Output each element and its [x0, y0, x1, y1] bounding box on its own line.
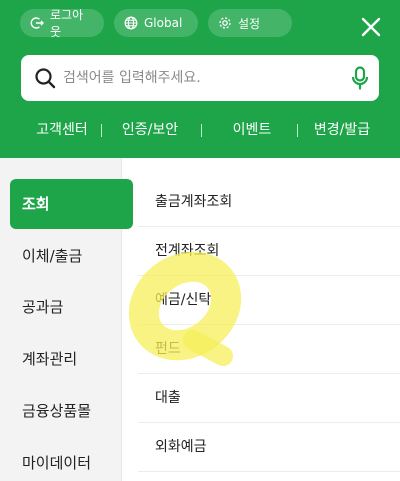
submenu-item-all-accounts[interactable]: 전계좌조회 — [138, 227, 400, 276]
submenu-item-foreign-deposit[interactable]: 외화예금 — [138, 423, 400, 472]
global-label: Global — [144, 16, 183, 30]
search-icon[interactable] — [34, 67, 56, 89]
link-divider — [297, 124, 298, 137]
submenu-item-fund[interactable]: 펀드 — [138, 325, 400, 374]
submenu-item-withdrawal-inquiry[interactable]: 출금계좌조회 — [138, 178, 400, 227]
top-header: 로그아웃 Global 설정 고객센터 인증/보안 — [0, 0, 400, 158]
logout-label: 로그아웃 — [50, 8, 84, 39]
microphone-icon[interactable] — [351, 66, 369, 90]
logout-button[interactable]: 로그아웃 — [20, 8, 104, 39]
left-item-financial-products[interactable]: 금융상품몰 — [10, 386, 133, 436]
globe-icon — [124, 16, 138, 30]
submenu-item-deposit-trust[interactable]: 예금/신탁 — [138, 276, 400, 325]
link-divider — [101, 124, 102, 137]
event-link[interactable]: 이벤트 — [210, 112, 294, 148]
link-divider — [201, 124, 202, 137]
customer-center-link[interactable]: 고객센터 — [22, 112, 102, 148]
search-box — [21, 55, 379, 101]
settings-button[interactable]: 설정 — [208, 9, 292, 37]
left-item-account-management[interactable]: 계좌관리 — [10, 334, 133, 384]
global-button[interactable]: Global — [114, 9, 198, 37]
left-item-utility-bills[interactable]: 공과금 — [10, 282, 133, 332]
left-item-inquiry[interactable]: 조회 — [10, 179, 133, 229]
logout-icon — [30, 17, 44, 29]
left-item-mydata[interactable]: 마이데이터 — [10, 438, 133, 481]
gear-icon — [219, 17, 231, 29]
search-input[interactable] — [63, 55, 343, 101]
left-item-transfer[interactable]: 이체/출금 — [10, 231, 133, 281]
auth-security-link[interactable]: 인증/보안 — [108, 112, 192, 148]
submenu-item-loan[interactable]: 대출 — [138, 374, 400, 423]
quick-links-bar: 고객센터 인증/보안 이벤트 변경/발급 — [0, 112, 400, 148]
settings-label: 설정 — [238, 16, 261, 31]
close-icon[interactable] — [358, 14, 384, 40]
change-issue-link[interactable]: 변경/발급 — [302, 112, 382, 148]
